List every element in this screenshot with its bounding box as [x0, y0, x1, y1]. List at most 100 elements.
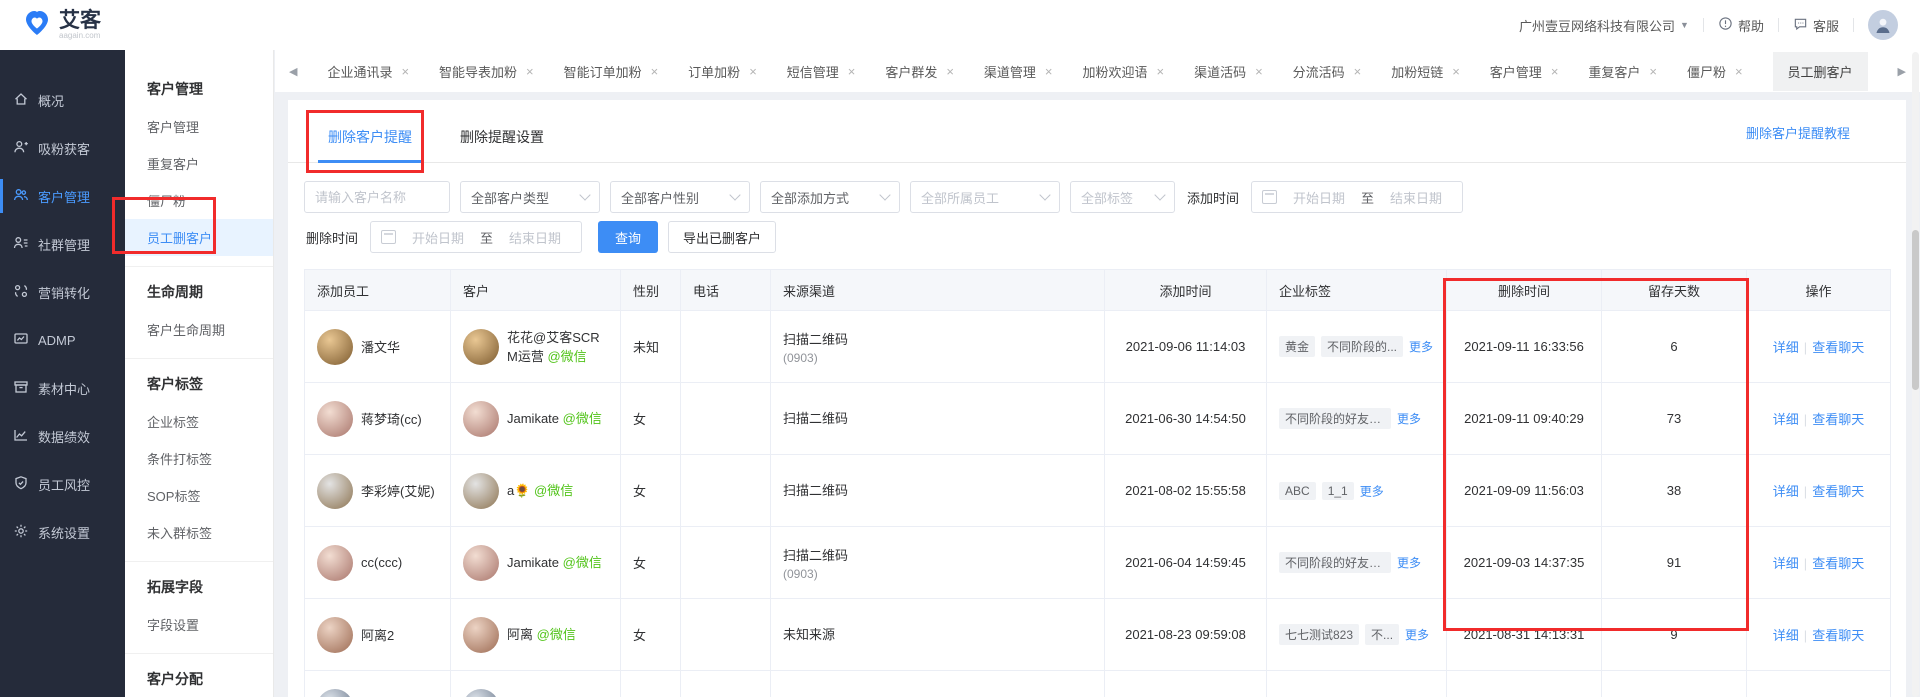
date-range-to: 至 [480, 228, 493, 247]
page-tab[interactable]: 渠道活码× [1194, 62, 1263, 81]
scroll-right-icon[interactable]: ▶ [1898, 65, 1906, 78]
submenu-item-zombie-fans[interactable]: 僵尸粉 [125, 182, 273, 219]
view-chat-link[interactable]: 查看聊天 [1812, 556, 1864, 571]
sidebar-item-acquisition[interactable]: 吸粉获客 [0, 124, 125, 172]
sidebar-item-admp[interactable]: ADMP [0, 316, 125, 364]
submenu-item-customer-lifecycle[interactable]: 客户生命周期 [125, 311, 273, 348]
more-tags-link[interactable]: 更多 [1397, 556, 1421, 570]
help-button[interactable]: 帮助 [1718, 16, 1764, 35]
page-tab[interactable]: 加粉欢迎语× [1082, 62, 1164, 81]
page-tab[interactable]: 客户群发× [885, 62, 954, 81]
delete-time-date-range[interactable]: 开始日期 至 结束日期 [370, 221, 582, 253]
owner-staff-select[interactable]: 全部所属员工 [910, 181, 1060, 213]
wechat-badge: @微信 [534, 483, 573, 498]
submenu-group-title: 客户分配 [125, 660, 273, 697]
close-icon[interactable]: × [946, 64, 954, 79]
close-icon[interactable]: × [1649, 64, 1657, 79]
sidebar-item-staff-risk-control[interactable]: 员工风控 [0, 460, 125, 508]
close-icon[interactable]: × [1255, 64, 1263, 79]
submenu-item-duplicate-customers[interactable]: 重复客户 [125, 145, 273, 182]
detail-link[interactable]: 详细 [1773, 340, 1799, 355]
close-icon[interactable]: × [526, 64, 534, 79]
close-icon[interactable]: × [651, 64, 659, 79]
close-icon[interactable]: × [848, 64, 856, 79]
company-dropdown[interactable]: 广州壹豆网络科技有限公司 ▼ [1519, 16, 1689, 35]
scrollbar-thumb[interactable] [1912, 230, 1919, 390]
close-icon[interactable]: × [1045, 64, 1053, 79]
vertical-scrollbar[interactable] [1912, 52, 1919, 697]
logo-domain: aagain.com [59, 31, 101, 40]
detail-link[interactable]: 详细 [1773, 556, 1799, 571]
add-time-date-range[interactable]: 开始日期 至 结束日期 [1251, 181, 1463, 213]
close-icon[interactable]: × [749, 64, 757, 79]
page-tab[interactable]: 企业通讯录× [327, 62, 409, 81]
more-tags-link[interactable]: 更多 [1397, 412, 1421, 426]
add-time-label: 添加时间 [1187, 188, 1239, 207]
page-tab[interactable]: 客户管理× [1490, 62, 1559, 81]
view-chat-link[interactable]: 查看聊天 [1812, 412, 1864, 427]
customer-name-input[interactable] [304, 181, 450, 213]
close-icon[interactable]: × [1551, 64, 1559, 79]
page-tab[interactable]: 智能订单加粉× [564, 62, 659, 81]
page-tab[interactable]: 订单加粉× [688, 62, 757, 81]
sidebar-item-customer-management[interactable]: 客户管理 [0, 172, 125, 220]
sidebar-item-marketing-conversion[interactable]: 营销转化 [0, 268, 125, 316]
main-sidebar: 概况 吸粉获客 客户管理 社群管理 营销转化 ADMP 素材中心 数据绩效 [0, 50, 125, 697]
page-tab[interactable]: 短信管理× [787, 62, 856, 81]
page-tab-active[interactable]: 员工删客户 [1773, 52, 1868, 91]
customer-type-select[interactable]: 全部客户类型 [460, 181, 600, 213]
view-chat-link[interactable]: 查看聊天 [1812, 340, 1864, 355]
user-plus-icon [13, 139, 29, 158]
staff-avatar [317, 545, 353, 581]
scroll-left-icon[interactable]: ◀ [289, 65, 297, 78]
more-tags-link[interactable]: 更多 [1360, 484, 1384, 498]
add-method-select[interactable]: 全部添加方式 [760, 181, 900, 213]
more-tags-link[interactable]: 更多 [1409, 340, 1433, 354]
tab-delete-customer-reminder[interactable]: 删除客户提醒 [318, 127, 422, 162]
detail-link[interactable]: 详细 [1773, 484, 1799, 499]
sidebar-item-data-performance[interactable]: 数据绩效 [0, 412, 125, 460]
customer-gender-select[interactable]: 全部客户性别 [610, 181, 750, 213]
sidebar-item-system-settings[interactable]: 系统设置 [0, 508, 125, 556]
submenu-item-enterprise-tags[interactable]: 企业标签 [125, 403, 273, 440]
submenu-group-title: 拓展字段 [125, 568, 273, 606]
tags-select[interactable]: 全部标签 [1070, 181, 1175, 213]
submenu-item-customer-management[interactable]: 客户管理 [125, 108, 273, 145]
submenu-item-sop-tags[interactable]: SOP标签 [125, 477, 273, 514]
submenu-item-not-in-group-tags[interactable]: 未入群标签 [125, 514, 273, 551]
staff-avatar [317, 617, 353, 653]
close-icon[interactable]: × [1735, 64, 1743, 79]
detail-link[interactable]: 详细 [1773, 412, 1799, 427]
detail-link[interactable]: 详细 [1773, 628, 1799, 643]
close-icon[interactable]: × [1452, 64, 1460, 79]
query-button[interactable]: 查询 [598, 221, 658, 253]
sidebar-item-overview[interactable]: 概况 [0, 76, 125, 124]
divider [1778, 18, 1779, 32]
page-tab[interactable]: 渠道管理× [984, 62, 1053, 81]
page-tab[interactable]: 僵尸粉× [1687, 62, 1743, 81]
close-icon[interactable]: × [1354, 64, 1362, 79]
submenu-item-field-settings[interactable]: 字段设置 [125, 606, 273, 643]
customer-avatar [463, 473, 499, 509]
support-button[interactable]: 客服 [1793, 16, 1839, 35]
user-avatar[interactable] [1868, 10, 1898, 40]
submenu-item-conditional-tags[interactable]: 条件打标签 [125, 440, 273, 477]
page-tab[interactable]: 分流活码× [1293, 62, 1362, 81]
brand-logo[interactable]: 艾客 aagain.com [22, 8, 101, 43]
view-chat-link[interactable]: 查看聊天 [1812, 628, 1864, 643]
sidebar-item-community-management[interactable]: 社群管理 [0, 220, 125, 268]
close-icon[interactable]: × [401, 64, 409, 79]
export-deleted-customers-button[interactable]: 导出已删客户 [668, 221, 776, 253]
tutorial-link[interactable]: 删除客户提醒教程 [1746, 123, 1850, 142]
sidebar-item-material-center[interactable]: 素材中心 [0, 364, 125, 412]
page-tab[interactable]: 重复客户× [1588, 62, 1657, 81]
info-circle-icon [1718, 16, 1733, 34]
view-chat-link[interactable]: 查看聊天 [1812, 484, 1864, 499]
more-tags-link[interactable]: 更多 [1405, 628, 1429, 642]
line-chart-icon [13, 427, 29, 446]
close-icon[interactable]: × [1157, 64, 1165, 79]
page-tab[interactable]: 加粉短链× [1391, 62, 1460, 81]
tab-delete-reminder-settings[interactable]: 删除提醒设置 [450, 127, 554, 162]
submenu-item-staff-deleted-customers[interactable]: 员工删客户 [125, 219, 273, 256]
page-tab[interactable]: 智能导表加粉× [439, 62, 534, 81]
